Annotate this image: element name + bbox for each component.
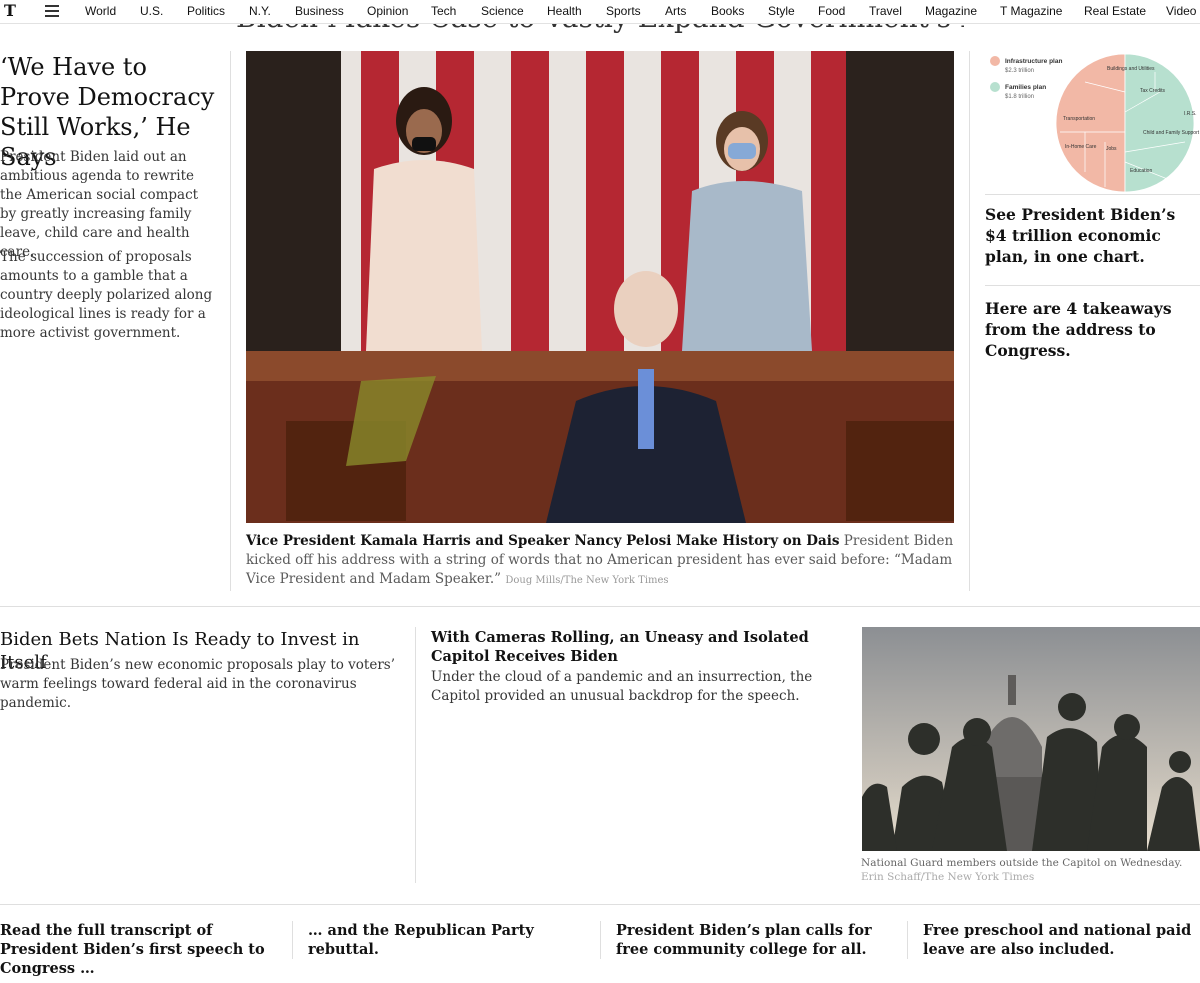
nav-item-tech[interactable]: Tech (431, 4, 456, 18)
national-guard-photo[interactable] (862, 627, 1200, 851)
segment-label: Child and Family Support (1143, 130, 1200, 136)
nav-item-science[interactable]: Science (481, 4, 524, 18)
nav-item-arts[interactable]: Arts (665, 4, 686, 18)
legend-label-infrastructure: Infrastructure plan (1005, 58, 1062, 65)
nav-item-politics[interactable]: Politics (187, 4, 225, 18)
segment-label: Education (1130, 168, 1152, 174)
top-navigation: T World U.S. Politics N.Y. Business Opin… (0, 0, 1200, 24)
segment-label: Buildings and Utilities (1107, 66, 1155, 72)
takeaways-link[interactable]: Here are 4 takeaways from the address to… (985, 298, 1195, 361)
legend-amount-families: $1.8 trillion (1005, 94, 1034, 100)
nav-item-food[interactable]: Food (818, 4, 845, 18)
segment-label: I.R.S. (1184, 111, 1197, 117)
caption-headline[interactable]: Vice President Kamala Harris and Speaker… (246, 533, 840, 549)
column-divider (907, 921, 908, 959)
segment-label: Jobs (1106, 146, 1117, 152)
guard-photo-caption: National Guard members outside the Capit… (861, 856, 1196, 884)
legend-swatch-infrastructure (990, 56, 1000, 66)
segment-label: In-Home Care (1065, 144, 1097, 150)
column-divider (415, 627, 416, 883)
nav-item-t-magazine[interactable]: T Magazine (1000, 4, 1062, 18)
nav-item-us[interactable]: U.S. (140, 4, 163, 18)
segment-label: Transportation (1063, 116, 1095, 122)
nav-item-travel[interactable]: Travel (869, 4, 902, 18)
legend-amount-infrastructure: $2.3 trillion (1005, 68, 1034, 74)
story-headline[interactable]: With Cameras Rolling, an Uneasy and Isol… (431, 628, 831, 666)
nav-item-video[interactable]: Video (1166, 4, 1196, 18)
column-divider (292, 921, 293, 959)
story-summary: President Biden’s new economic proposals… (0, 657, 396, 711)
hamburger-menu-icon[interactable] (45, 5, 59, 17)
nav-item-opinion[interactable]: Opinion (367, 4, 408, 18)
segment-label: Tax Credits (1140, 88, 1166, 94)
nav-item-health[interactable]: Health (547, 4, 582, 18)
transcript-link[interactable]: Read the full transcript of President Bi… (0, 921, 280, 978)
section-divider (0, 606, 1200, 607)
nav-item-world[interactable]: World (85, 4, 116, 18)
section-divider (0, 904, 1200, 905)
pie-infrastructure (1055, 53, 1126, 192)
photo-credit: Doug Mills/The New York Times (505, 575, 669, 586)
rebuttal-link[interactable]: … and the Republican Party rebuttal. (308, 921, 588, 959)
chart-link[interactable]: See President Biden’s $4 trillion econom… (985, 204, 1195, 267)
guard-caption-text: National Guard members outside the Capit… (861, 857, 1183, 869)
column-divider (230, 51, 231, 591)
legend-label-families: Families plan (1005, 84, 1046, 91)
community-college-link[interactable]: President Biden’s plan calls for free co… (616, 921, 896, 959)
divider (985, 285, 1200, 286)
economic-plan-chart[interactable]: Infrastructure plan $2.3 trillion Famili… (985, 52, 1200, 192)
house-chamber-image (246, 51, 954, 523)
story-summary: Under the cloud of a pandemic and an ins… (431, 669, 813, 704)
preschool-link[interactable]: Free preschool and national paid leave a… (923, 921, 1200, 959)
lede-summary-2: The succession of proposals amounts to a… (0, 249, 213, 341)
nav-item-business[interactable]: Business (295, 4, 344, 18)
nav-item-ny[interactable]: N.Y. (249, 4, 271, 18)
divider (985, 194, 1200, 195)
lede-summary-1: President Biden laid out an ambitious ag… (0, 149, 199, 260)
column-divider (969, 51, 970, 591)
nav-item-magazine[interactable]: Magazine (925, 4, 977, 18)
main-photo-caption: Vice President Kamala Harris and Speaker… (246, 532, 954, 590)
nav-item-real-estate[interactable]: Real Estate (1084, 4, 1146, 18)
photo-credit: Erin Schaff/The New York Times (861, 871, 1035, 883)
main-photo[interactable] (246, 51, 954, 523)
nav-item-sports[interactable]: Sports (606, 4, 641, 18)
nav-item-books[interactable]: Books (711, 4, 744, 18)
column-divider (600, 921, 601, 959)
nyt-logo-icon[interactable]: T (4, 2, 20, 20)
legend-swatch-families (990, 82, 1000, 92)
nav-item-style[interactable]: Style (768, 4, 795, 18)
